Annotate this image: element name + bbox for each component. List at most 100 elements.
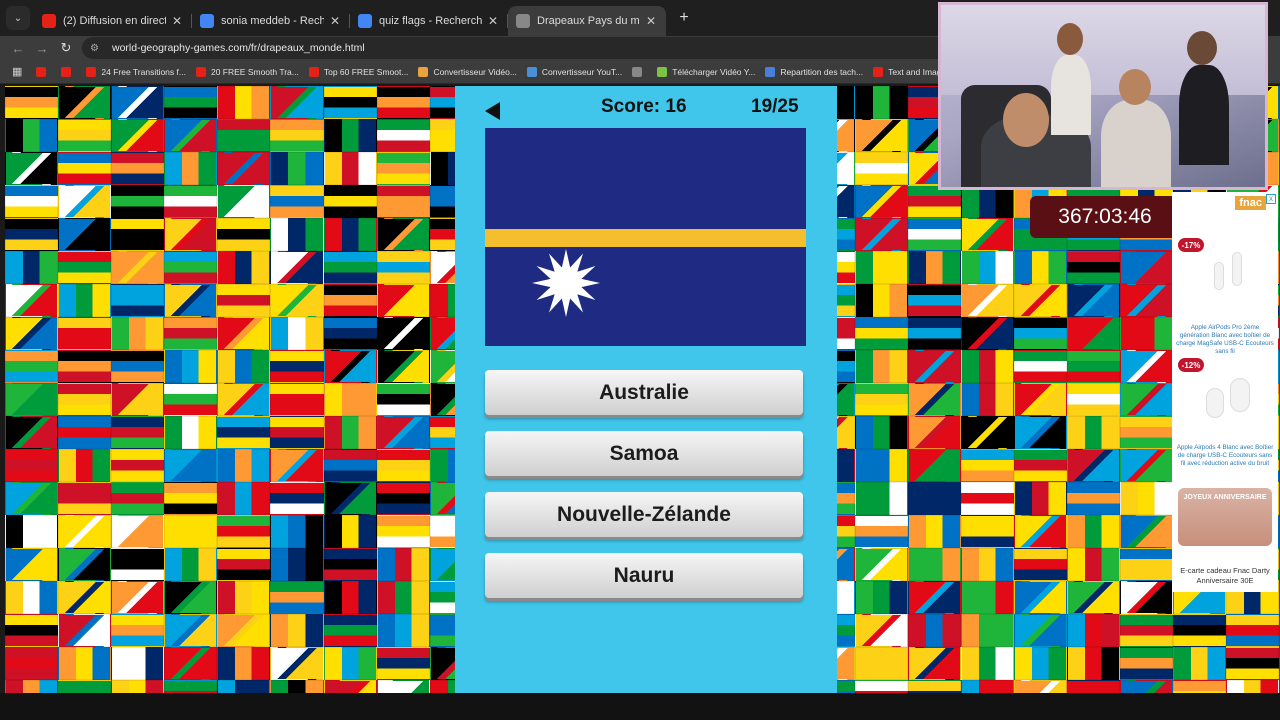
- bookmark-label: Convertisseur Vidéo...: [433, 66, 517, 77]
- flag-tile: [1119, 515, 1174, 548]
- flag-tile: [217, 482, 271, 515]
- flag-tile: [960, 482, 1014, 515]
- flag-tile: [58, 416, 112, 449]
- tab-1[interactable]: (2) Diffusion en direct de Watan ✕: [34, 6, 192, 36]
- tab-search-button[interactable]: ⌄: [6, 6, 30, 30]
- bookmark-item[interactable]: [632, 66, 647, 77]
- flag-tile: [854, 515, 908, 548]
- flag-tile: [1066, 548, 1120, 581]
- close-icon[interactable]: ✕: [486, 14, 500, 28]
- flag-tile: [323, 383, 377, 416]
- flag-tile: [111, 119, 165, 152]
- flag-tile: [907, 515, 961, 548]
- flag-tile: [217, 218, 271, 251]
- flag-tile: [323, 482, 377, 515]
- bookmark-label: Convertisseur YouT...: [541, 66, 623, 77]
- tab-3[interactable]: quiz flags - Recherche Google ✕: [350, 6, 508, 36]
- bookmark-item[interactable]: 24 Free Transitions f...: [86, 66, 186, 77]
- apps-icon[interactable]: ▦: [12, 65, 22, 78]
- question-progress: 19/25: [751, 96, 799, 117]
- flag-tile: [1066, 449, 1120, 482]
- flag-tile: [5, 614, 59, 647]
- flag-tile: [58, 548, 112, 581]
- bookmark-item[interactable]: Télécharger Vidéo Y...: [657, 66, 755, 77]
- flag-tile: [217, 185, 271, 218]
- flag-tile: [164, 185, 218, 218]
- flag-tile: [58, 647, 112, 680]
- flag-tile: [854, 416, 908, 449]
- flag-tile: [907, 416, 961, 449]
- flag-tile: [1119, 548, 1174, 581]
- flag-tile: [1119, 317, 1174, 350]
- flag-tile: [1013, 416, 1067, 449]
- bookmark-label: 20 FREE Smooth Tra...: [210, 66, 299, 77]
- flag-tile: [376, 515, 430, 548]
- flag-tile: [217, 581, 271, 614]
- ad-banner[interactable]: x fnac -17% Apple AirPods Pro 2ème génér…: [1172, 192, 1278, 592]
- bookmark-icon: [308, 66, 319, 77]
- flag-tile: [217, 449, 271, 482]
- flag-tile: [323, 152, 377, 185]
- flag-tile: [854, 581, 908, 614]
- bookmark-item[interactable]: Top 60 FREE Smoot...: [308, 66, 408, 77]
- forward-button[interactable]: →: [30, 36, 54, 60]
- reload-button[interactable]: ↻: [54, 36, 78, 60]
- flag-tile: [5, 86, 59, 119]
- flag-tile: [854, 185, 908, 218]
- flag-tile: [376, 152, 430, 185]
- product-name[interactable]: Apple Airpods 4 Blanc avec Boîtier de ch…: [1176, 444, 1274, 468]
- flag-tile: [58, 251, 112, 284]
- flag-tile: [376, 185, 430, 218]
- close-icon[interactable]: ✕: [328, 14, 342, 28]
- flag-tile: [58, 515, 112, 548]
- flag-tile: [960, 680, 1014, 693]
- flag-tile: [1119, 350, 1174, 383]
- flag-tile: [907, 317, 961, 350]
- address-bar[interactable]: ⚙ world-geography-games.com/fr/drapeaux_…: [82, 37, 982, 59]
- flag-tile: [960, 317, 1014, 350]
- new-tab-button[interactable]: +: [672, 6, 696, 30]
- bookmark-icon: [657, 66, 668, 77]
- answer-button[interactable]: Nouvelle-Zélande: [485, 492, 803, 537]
- close-icon[interactable]: ✕: [644, 14, 658, 28]
- product-name[interactable]: E-carte cadeau Fnac Darty Anniversaire 3…: [1176, 566, 1274, 586]
- flag-tile: [1013, 548, 1067, 581]
- tab-2[interactable]: sonia meddeb - Recherche Goog ✕: [192, 6, 350, 36]
- flag-tile: [164, 416, 218, 449]
- gift-card-image: JOYEUX ANNIVERSAIRE: [1178, 488, 1272, 546]
- bookmark-item[interactable]: [36, 66, 51, 77]
- back-button[interactable]: ←: [6, 36, 30, 60]
- flag-tile: [960, 515, 1014, 548]
- answer-button[interactable]: Nauru: [485, 553, 803, 598]
- flag-tile: [960, 284, 1014, 317]
- flag-tile: [217, 416, 271, 449]
- flag-tile: [270, 284, 324, 317]
- answer-button[interactable]: Australie: [485, 370, 803, 415]
- flag-tile: [58, 614, 112, 647]
- bookmark-item[interactable]: Repartition des tach...: [765, 66, 863, 77]
- flag-tile: [58, 449, 112, 482]
- reload-icon: ↻: [60, 40, 72, 55]
- flag-tile: [58, 119, 112, 152]
- flag-tile: [854, 317, 908, 350]
- tab-4[interactable]: Drapeaux Pays du monde Quiz ✕: [508, 6, 666, 36]
- product-name[interactable]: Apple AirPods Pro 2ème génération Blanc …: [1176, 324, 1274, 356]
- bookmark-item[interactable]: Convertisseur Vidéo...: [418, 66, 517, 77]
- flag-tile: [376, 317, 430, 350]
- close-icon[interactable]: ✕: [170, 14, 184, 28]
- bookmark-item[interactable]: Convertisseur YouT...: [526, 66, 623, 77]
- close-ad-icon[interactable]: x: [1266, 194, 1276, 204]
- flag-tile: [376, 449, 430, 482]
- flag-tile: [111, 581, 165, 614]
- flag-tile: [1173, 647, 1227, 680]
- flag-tile: [217, 119, 271, 152]
- question-flag: [485, 128, 806, 346]
- bookmark-item[interactable]: [61, 66, 76, 77]
- flag-tile: [270, 251, 324, 284]
- back-arrow-icon[interactable]: [485, 102, 500, 120]
- flag-tile: [111, 152, 165, 185]
- flag-tile: [1119, 647, 1174, 680]
- answer-button[interactable]: Samoa: [485, 431, 803, 476]
- flag-tile: [854, 482, 908, 515]
- bookmark-item[interactable]: 20 FREE Smooth Tra...: [195, 66, 299, 77]
